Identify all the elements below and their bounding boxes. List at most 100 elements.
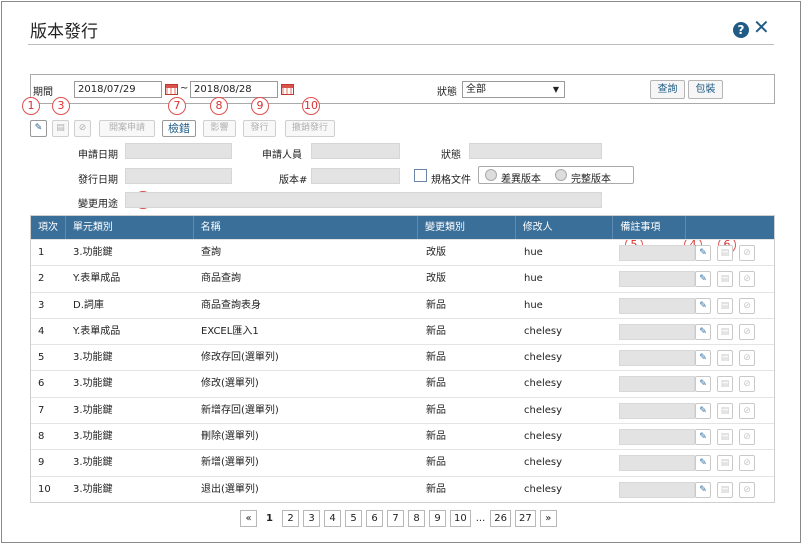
spec-doc-checkbox[interactable]	[414, 169, 427, 182]
table-cell: 3.功能鍵	[73, 247, 113, 258]
calendar-icon[interactable]	[281, 84, 294, 95]
row-edit-button[interactable]: ✎	[695, 245, 711, 261]
table-row[interactable]: 4 Y.表單成品 EXCEL匯入1 新品 chelesy ✎ ▤ ⊘	[31, 317, 774, 344]
page-button[interactable]: 2	[282, 510, 299, 527]
note-input[interactable]	[619, 245, 695, 261]
full-version-radio[interactable]	[555, 169, 567, 181]
row-cancel-button[interactable]: ⊘	[739, 376, 755, 393]
page-button[interactable]: 27	[515, 510, 536, 527]
table-row[interactable]: 1 3.功能鍵 查詢 改版 hue ✎ ▤ ⊘	[31, 239, 774, 265]
next-page-button[interactable]: »	[539, 510, 557, 527]
impact-button[interactable]: 影響	[203, 120, 236, 137]
row-save-button[interactable]: ▤	[717, 429, 733, 446]
table-row[interactable]: 8 3.功能鍵 刪除(選單列) 新品 chelesy ✎ ▤ ⊘	[31, 423, 774, 449]
row-edit-button[interactable]: ✎	[695, 350, 711, 367]
row-cancel-button[interactable]: ⊘	[739, 481, 755, 498]
table-cell: chelesy	[524, 404, 563, 416]
page-button[interactable]: 6	[366, 510, 383, 527]
note-input[interactable]	[619, 455, 695, 472]
note-input[interactable]	[619, 429, 695, 446]
note-input[interactable]	[619, 376, 695, 393]
table-cell: 新品	[426, 483, 446, 495]
annotation-badge-8: 8	[210, 97, 228, 115]
row-cancel-button[interactable]: ⊘	[739, 350, 755, 367]
row-save-button[interactable]: ▤	[717, 402, 733, 419]
status-select[interactable]: 全部 ▼	[462, 81, 565, 98]
row-save-button[interactable]: ▤	[717, 297, 733, 314]
row-save-button[interactable]: ▤	[717, 376, 733, 393]
pack-button[interactable]: 包裝	[688, 80, 723, 99]
page-button[interactable]: 10	[450, 510, 471, 527]
note-input[interactable]	[619, 323, 695, 340]
row-cancel-button[interactable]: ⊘	[739, 455, 755, 472]
row-cancel-button[interactable]: ⊘	[739, 245, 755, 261]
table-row[interactable]: 2 Y.表單成品 商品查詢 改版 hue ✎ ▤ ⊘	[31, 265, 774, 291]
table-cell: 修改(選單列)	[201, 378, 259, 390]
row-save-button[interactable]: ▤	[717, 245, 733, 261]
note-input[interactable]	[619, 350, 695, 367]
cancel-release-button[interactable]: 撤銷發行	[285, 120, 335, 137]
table-row[interactable]: 5 3.功能鍵 修改存回(選單列) 新品 chelesy ✎ ▤ ⊘	[31, 344, 774, 370]
page-button[interactable]: 9	[429, 510, 446, 527]
row-save-button[interactable]: ▤	[717, 455, 733, 472]
form-status-field	[469, 143, 602, 159]
row-save-button[interactable]: ▤	[717, 350, 733, 367]
row-save-button[interactable]: ▤	[717, 481, 733, 498]
close-icon[interactable]: ✕	[753, 17, 770, 37]
table-cell: 新品	[426, 431, 446, 443]
apply-date-label: 申請日期	[78, 150, 118, 161]
row-edit-button[interactable]: ✎	[695, 455, 711, 472]
row-save-button[interactable]: ▤	[717, 271, 733, 288]
save-button[interactable]: ▤	[52, 120, 69, 137]
row-edit-button[interactable]: ✎	[695, 429, 711, 446]
table-row[interactable]: 7 3.功能鍵 新增存回(選單列) 新品 chelesy ✎ ▤ ⊘	[31, 396, 774, 423]
calendar-icon[interactable]	[165, 84, 178, 95]
page-button[interactable]: 7	[387, 510, 404, 527]
pencil-icon: ✎	[699, 274, 707, 285]
save-icon: ▤	[720, 300, 730, 311]
table-row[interactable]: 9 3.功能鍵 新增(選單列) 新品 chelesy ✎ ▤ ⊘	[31, 449, 774, 475]
query-button[interactable]: 查詢	[650, 80, 685, 99]
row-edit-button[interactable]: ✎	[695, 481, 711, 498]
page-button[interactable]: 26	[490, 510, 512, 527]
date-to-input[interactable]: 2018/08/28	[190, 81, 278, 98]
table-cell: chelesy	[524, 378, 563, 390]
open-apply-button[interactable]: 開案申請	[99, 120, 155, 137]
row-edit-button[interactable]: ✎	[695, 376, 711, 393]
page-button[interactable]: 3	[303, 510, 320, 527]
table-row[interactable]: 6 3.功能鍵 修改(選單列) 新品 chelesy ✎ ▤ ⊘	[31, 370, 774, 396]
save-icon: ▤	[720, 458, 730, 469]
page-button[interactable]: 1	[261, 510, 278, 527]
cancel-icon: ⊘	[743, 326, 751, 337]
note-input[interactable]	[619, 402, 695, 419]
row-edit-button[interactable]: ✎	[695, 402, 711, 419]
version-items-table: 項次 單元類別 名稱 變更類別 修改人 備註事項 1 3.功能鍵 查詢 改版 hue ✎ ▤…	[30, 215, 775, 503]
prev-page-button[interactable]: «	[240, 510, 257, 527]
page-button[interactable]: 5	[345, 510, 362, 527]
row-cancel-button[interactable]: ⊘	[739, 323, 755, 340]
check-error-button[interactable]: 檢錯	[162, 120, 196, 137]
edit-button[interactable]: ✎	[30, 120, 47, 137]
note-input[interactable]	[619, 297, 695, 314]
note-input[interactable]	[619, 271, 695, 288]
cancel-button[interactable]: ⊘	[74, 120, 91, 137]
table-row[interactable]: 3 D.詞庫 商品查詢表身 新品 hue ✎ ▤ ⊘	[31, 291, 774, 318]
diff-version-radio[interactable]	[485, 169, 497, 181]
row-save-button[interactable]: ▤	[717, 323, 733, 340]
page-button[interactable]: 4	[324, 510, 341, 527]
date-from-input[interactable]: 2018/07/29	[74, 81, 162, 98]
note-input[interactable]	[619, 481, 695, 498]
table-row[interactable]: 10 3.功能鍵 退出(選單列) 新品 chelesy ✎ ▤ ⊘	[31, 475, 774, 502]
dialog-title: 版本發行	[30, 22, 98, 42]
page-button[interactable]: 8	[408, 510, 425, 527]
release-button[interactable]: 發行	[243, 120, 276, 137]
row-cancel-button[interactable]: ⊘	[739, 429, 755, 446]
row-cancel-button[interactable]: ⊘	[739, 402, 755, 419]
row-edit-button[interactable]: ✎	[695, 271, 711, 288]
save-icon: ▤	[720, 274, 730, 285]
row-edit-button[interactable]: ✎	[695, 323, 711, 340]
row-cancel-button[interactable]: ⊘	[739, 297, 755, 314]
row-cancel-button[interactable]: ⊘	[739, 271, 755, 288]
row-edit-button[interactable]: ✎	[695, 297, 711, 314]
help-icon[interactable]: ?	[733, 22, 749, 38]
